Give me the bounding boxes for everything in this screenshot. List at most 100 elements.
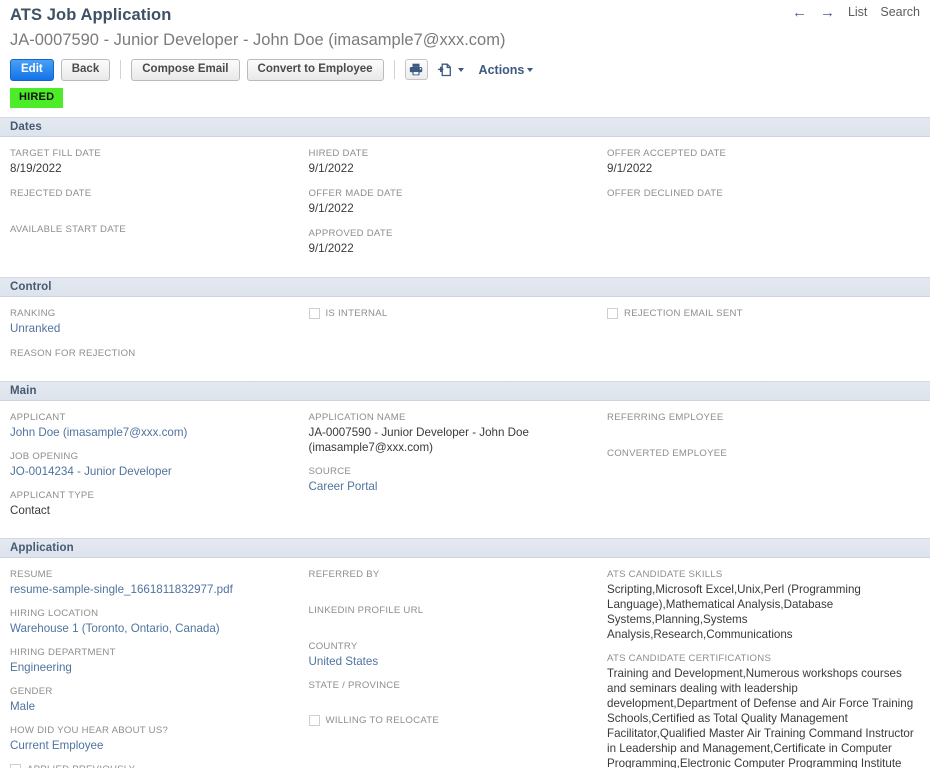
field-value[interactable]: John Doe (imasample7@xxx.com) bbox=[10, 425, 299, 440]
page-header: ATS Job Application JA-0007590 - Junior … bbox=[0, 0, 930, 53]
field-rejected-date: REJECTED DATE bbox=[10, 188, 299, 200]
field-offer-declined-date: OFFER DECLINED DATE bbox=[607, 188, 920, 200]
section-body-main: APPLICANT John Doe (imasample7@xxx.com) … bbox=[0, 401, 930, 529]
back-button[interactable]: Back bbox=[60, 58, 111, 81]
add-document-caret-icon bbox=[457, 67, 464, 72]
section-header-main: Main bbox=[0, 381, 930, 401]
field-label: TARGET FILL DATE bbox=[10, 148, 102, 159]
field-hired-date: HIRED DATE 9/1/2022 bbox=[309, 148, 598, 176]
edit-button[interactable]: Edit bbox=[10, 58, 54, 81]
field-label: REJECTION EMAIL SENT bbox=[624, 308, 743, 319]
willing-to-relocate-checkbox[interactable] bbox=[308, 715, 320, 726]
field-label: HIRING DEPARTMENT bbox=[10, 647, 116, 658]
field-value[interactable]: Warehouse 1 (Toronto, Ontario, Canada) bbox=[10, 621, 299, 636]
toolbar-divider-2 bbox=[393, 60, 395, 79]
field-label: WILLING TO RELOCATE bbox=[325, 715, 440, 726]
control-column-3: REJECTION EMAIL SENT bbox=[607, 308, 920, 372]
control-column-2: IS INTERNAL bbox=[308, 308, 608, 372]
field-label: IS INTERNAL bbox=[325, 308, 388, 319]
field-rejection-email-sent[interactable]: REJECTION EMAIL SENT bbox=[607, 308, 920, 320]
compose-email-button[interactable]: Compose Email bbox=[131, 58, 240, 81]
field-label: SOURCE bbox=[308, 466, 352, 477]
field-label: COUNTRY bbox=[308, 641, 358, 652]
field-value[interactable]: JO-0014234 - Junior Developer bbox=[10, 464, 299, 479]
field-label: AVAILABLE START DATE bbox=[10, 224, 126, 235]
status-badge: HIRED bbox=[10, 88, 64, 108]
dates-column-3: OFFER ACCEPTED DATE 9/1/2022 OFFER DECLI… bbox=[607, 148, 920, 268]
field-converted-employee: CONVERTED EMPLOYEE bbox=[607, 448, 920, 460]
list-link[interactable]: List bbox=[848, 5, 867, 19]
field-value: 9/1/2022 bbox=[308, 242, 354, 255]
chevron-down-icon bbox=[527, 67, 534, 72]
field-label: RANKING bbox=[10, 308, 56, 319]
page-title: ATS Job Application bbox=[10, 6, 172, 24]
actions-menu-button[interactable]: Actions bbox=[479, 63, 534, 77]
forward-arrow-icon[interactable]: → bbox=[820, 5, 835, 20]
section-title: Control bbox=[10, 281, 52, 293]
section-title: Dates bbox=[10, 121, 42, 133]
field-value: 9/1/2022 bbox=[308, 162, 354, 175]
applied-previously-checkbox[interactable] bbox=[10, 764, 21, 768]
section-main: Main APPLICANT John Doe (imasample7@xxx.… bbox=[0, 381, 930, 529]
field-value[interactable]: Unranked bbox=[10, 321, 299, 336]
field-is-internal[interactable]: IS INTERNAL bbox=[308, 308, 598, 320]
field-value[interactable]: Male bbox=[10, 699, 299, 714]
field-applied-previously[interactable]: APPLIED PREVIOUSLY bbox=[10, 764, 299, 768]
field-source: SOURCE Career Portal bbox=[309, 466, 598, 494]
add-document-icon bbox=[437, 63, 451, 76]
field-country: COUNTRY United States bbox=[309, 641, 598, 669]
field-label: APPLICANT bbox=[10, 412, 66, 423]
section-header-application: Application bbox=[0, 538, 930, 558]
section-title: Application bbox=[10, 542, 74, 554]
field-job-opening: JOB OPENING JO-0014234 - Junior Develope… bbox=[10, 451, 299, 479]
field-label: JOB OPENING bbox=[10, 451, 79, 462]
field-value[interactable]: United States bbox=[309, 654, 598, 669]
add-document-button[interactable] bbox=[435, 62, 466, 78]
convert-to-employee-button[interactable]: Convert to Employee bbox=[246, 58, 384, 81]
main-column-1: APPLICANT John Doe (imasample7@xxx.com) … bbox=[10, 412, 309, 529]
field-ats-candidate-certifications: ATS CANDIDATE CERTIFICATIONS Training an… bbox=[607, 653, 920, 768]
field-willing-to-relocate[interactable]: WILLING TO RELOCATE bbox=[308, 715, 598, 727]
field-value: Scripting,Microsoft Excel,Unix,Perl (Pro… bbox=[607, 583, 861, 641]
field-gender: GENDER Male bbox=[10, 686, 299, 714]
search-link[interactable]: Search bbox=[880, 5, 920, 19]
section-dates: Dates TARGET FILL DATE 8/19/2022 REJECTE… bbox=[0, 117, 930, 268]
field-linkedin-profile-url: LINKEDIN PROFILE URL bbox=[309, 605, 598, 617]
field-approved-date: APPROVED DATE 9/1/2022 bbox=[309, 228, 598, 256]
rejection-email-sent-checkbox[interactable] bbox=[607, 308, 619, 319]
field-value[interactable]: Engineering bbox=[10, 660, 299, 675]
actions-label: Actions bbox=[478, 62, 525, 77]
field-label: REFERRING EMPLOYEE bbox=[607, 412, 724, 423]
section-header-dates: Dates bbox=[0, 117, 930, 137]
section-control: Control RANKING Unranked REASON FOR REJE… bbox=[0, 277, 930, 372]
is-internal-checkbox[interactable] bbox=[308, 308, 320, 319]
field-label: ATS CANDIDATE CERTIFICATIONS bbox=[607, 653, 772, 664]
field-ats-candidate-skills: ATS CANDIDATE SKILLS Scripting,Microsoft… bbox=[607, 569, 920, 642]
field-label: REJECTED DATE bbox=[10, 188, 92, 199]
field-hiring-location: HIRING LOCATION Warehouse 1 (Toronto, On… bbox=[10, 608, 299, 636]
field-value: Training and Development,Numerous worksh… bbox=[607, 667, 914, 768]
field-label: ATS CANDIDATE SKILLS bbox=[607, 569, 723, 580]
field-label: APPLIED PREVIOUSLY bbox=[27, 764, 135, 768]
field-applicant-type: APPLICANT TYPE Contact bbox=[10, 490, 299, 518]
field-label: REASON FOR REJECTION bbox=[10, 348, 136, 359]
field-value[interactable]: Career Portal bbox=[309, 479, 598, 494]
field-label: OFFER ACCEPTED DATE bbox=[607, 148, 727, 159]
field-value[interactable]: Current Employee bbox=[10, 738, 299, 753]
main-column-2: APPLICATION NAME JA-0007590 - Junior Dev… bbox=[309, 412, 608, 529]
field-label: APPROVED DATE bbox=[308, 228, 393, 239]
field-value: Contact bbox=[10, 504, 50, 517]
print-button[interactable] bbox=[404, 59, 428, 80]
field-value[interactable]: resume-sample-single_1661811832977.pdf bbox=[10, 582, 299, 597]
field-label: APPLICATION NAME bbox=[308, 412, 406, 423]
field-label: STATE / PROVINCE bbox=[308, 680, 401, 691]
field-label: HIRED DATE bbox=[308, 148, 369, 159]
field-label: REFERRED BY bbox=[308, 569, 380, 580]
top-navigation: ← → List Search bbox=[792, 5, 920, 20]
back-arrow-icon[interactable]: ← bbox=[792, 5, 807, 20]
field-reason-for-rejection: REASON FOR REJECTION bbox=[10, 348, 299, 360]
field-resume: RESUME resume-sample-single_166181183297… bbox=[10, 569, 299, 597]
